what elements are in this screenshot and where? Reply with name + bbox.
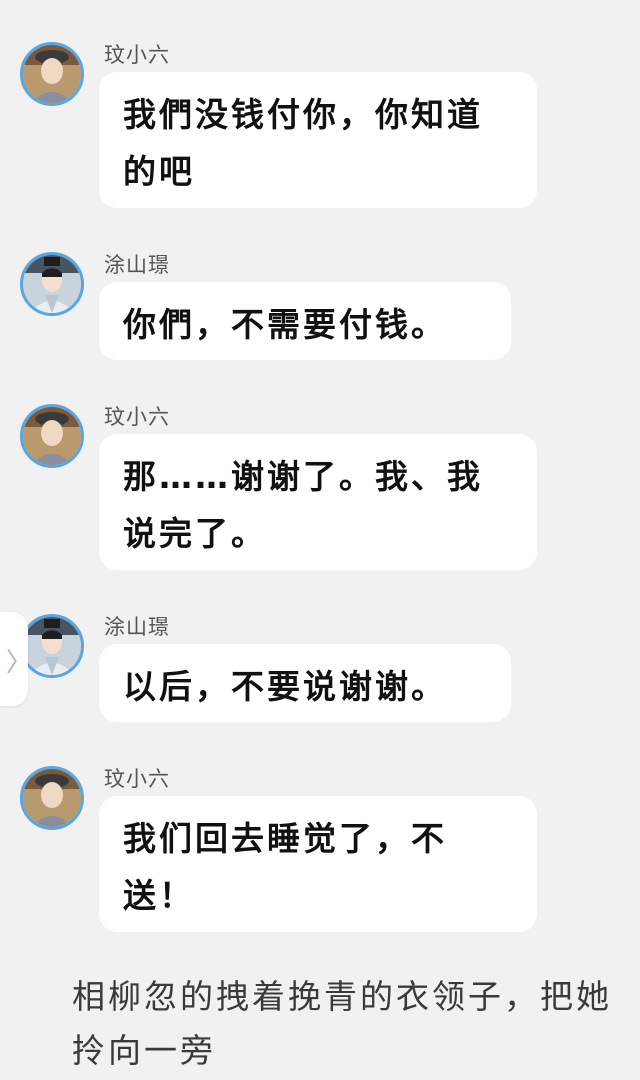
sender-name: 涂山璟 [104, 615, 170, 639]
message-bubble[interactable]: 我們没钱付你，你知道的吧 [99, 72, 537, 208]
message-bubble[interactable]: 那……谢谢了。我、我说完了。 [99, 434, 537, 570]
sender-name: 玟小六 [104, 767, 170, 791]
chat-page: 玟小六 我們没钱付你，你知道的吧 涂山璟 你們，不需要付钱。 玟小六 那……谢谢… [0, 0, 640, 1080]
narration-text: 相柳忽的拽着挽青的衣领子，把她拎向一旁 [72, 977, 612, 1070]
woman-in-hat-avatar-icon[interactable] [20, 42, 84, 106]
message-bubble[interactable]: 你們，不需要付钱。 [99, 282, 511, 360]
chevron-right-icon: 〉 [6, 648, 33, 678]
sender-name: 玟小六 [104, 43, 170, 67]
man-in-white-robe-avatar-icon[interactable] [20, 252, 84, 316]
woman-in-hat-avatar-icon[interactable] [20, 766, 84, 830]
message-bubble[interactable]: 我们回去睡觉了，不送！ [99, 796, 537, 932]
side-panel-tab[interactable]: 〉 [0, 612, 32, 706]
sender-name: 玟小六 [104, 405, 170, 429]
message-bubble[interactable]: 以后，不要说谢谢。 [99, 644, 511, 722]
sender-name: 涂山璟 [104, 253, 170, 277]
woman-in-hat-avatar-icon[interactable] [20, 404, 84, 468]
